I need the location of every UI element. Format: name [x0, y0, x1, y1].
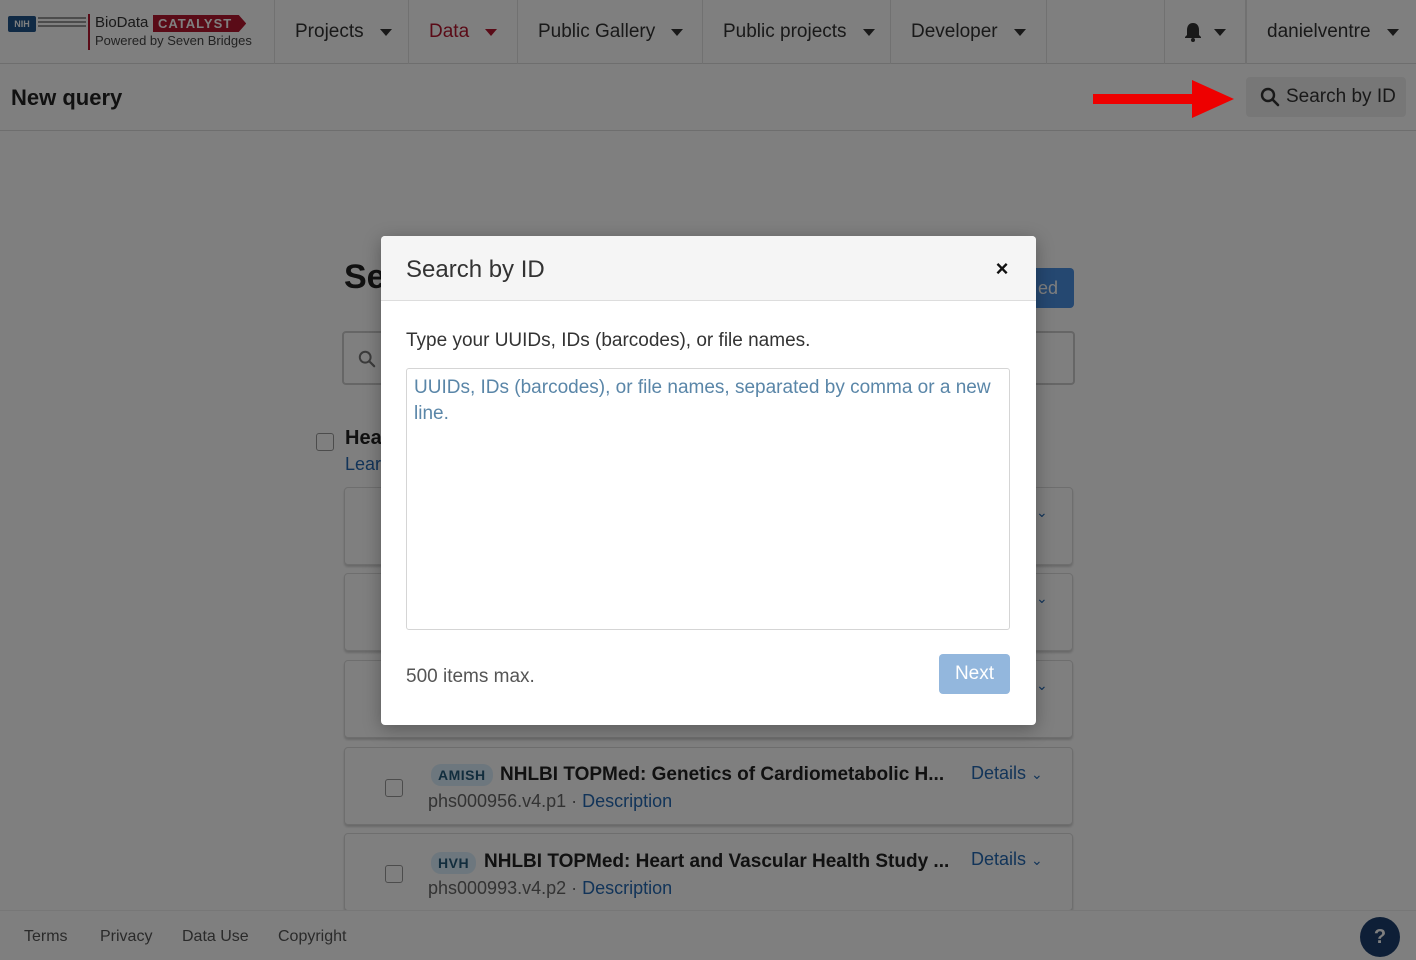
next-button[interactable]: Next [939, 654, 1010, 694]
red-arrow-icon [1093, 80, 1234, 118]
search-by-id-modal: Search by ID × Type your UUIDs, IDs (bar… [381, 236, 1036, 725]
ids-textarea[interactable] [406, 368, 1010, 630]
close-icon[interactable]: × [990, 258, 1014, 282]
modal-title: Search by ID [406, 256, 545, 283]
modal-instructions: Type your UUIDs, IDs (barcodes), or file… [406, 330, 811, 351]
modal-header: Search by ID × [381, 236, 1036, 301]
max-items-note: 500 items max. [406, 666, 535, 687]
